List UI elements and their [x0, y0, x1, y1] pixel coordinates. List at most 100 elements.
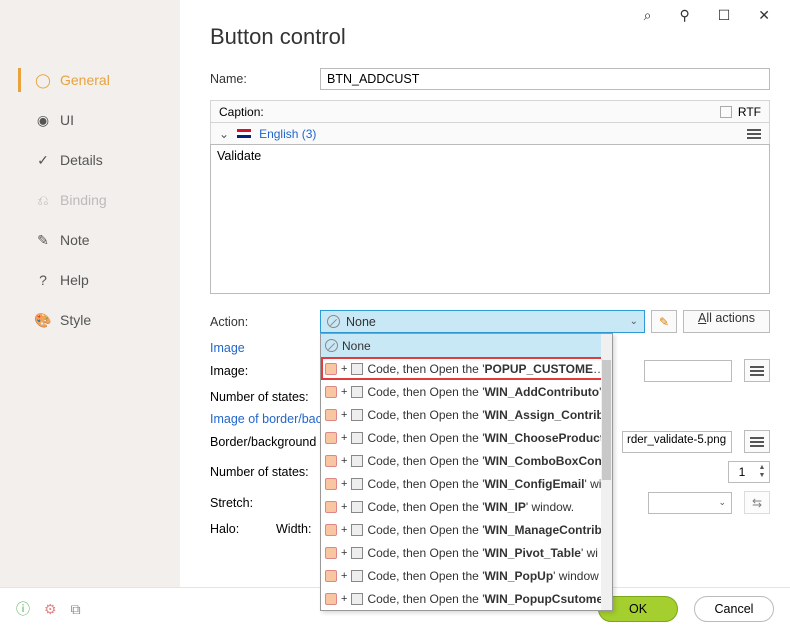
dropdown-item[interactable]: +Code, then Open the 'WIN_Pivot_Table' w…	[321, 541, 612, 564]
plus-icon: +	[341, 386, 347, 398]
image-path-input[interactable]	[644, 360, 732, 382]
plus-icon: +	[341, 524, 347, 536]
dropdown-scrollbar[interactable]	[601, 334, 612, 610]
plus-icon: +	[341, 409, 347, 421]
struct-icon	[325, 478, 337, 490]
language-link[interactable]: English (3)	[259, 127, 316, 141]
copy-icon[interactable]: ⧉	[71, 601, 81, 618]
all-actions-button[interactable]: All actions	[683, 310, 770, 333]
border-menu-button[interactable]	[744, 430, 770, 453]
chevron-down-icon[interactable]: ⌄	[219, 127, 229, 141]
preset-wizard-button[interactable]: ✎	[651, 310, 677, 333]
window-icon	[351, 478, 363, 490]
plus-icon: +	[341, 432, 347, 444]
nav-label: Style	[60, 312, 91, 328]
hamburger-icon	[750, 366, 764, 376]
dropdown-item[interactable]: +Code, then Open the 'WIN_PopupCsutome'	[321, 587, 612, 610]
palette-icon: 🎨	[36, 313, 50, 327]
eye-icon: ◉	[36, 113, 50, 127]
dropdown-item[interactable]: +Code, then Open the 'WIN_IP' window.	[321, 495, 612, 518]
dropdown-item[interactable]: +Code, then Open the 'WIN_ComboBoxCon'	[321, 449, 612, 472]
nav-note[interactable]: ✎ Note	[0, 220, 180, 260]
states-value[interactable]	[729, 465, 755, 479]
window-icon	[351, 547, 363, 559]
nav-label: General	[60, 72, 110, 88]
window-icon	[351, 593, 363, 605]
pencil-icon: ✎	[36, 233, 50, 247]
caption-label: Caption:	[219, 105, 264, 119]
nav-general[interactable]: ◯ General	[0, 60, 180, 100]
dropdown-item[interactable]: +Code, then Open the 'WIN_PopUp' window	[321, 564, 612, 587]
stretch-options-button: ⇆	[744, 491, 770, 514]
struct-icon	[325, 409, 337, 421]
dropdown-item[interactable]: +Code, then Open the 'WIN_AddContributo'	[321, 380, 612, 403]
language-bar[interactable]: ⌄ English (3)	[210, 122, 770, 144]
plus-icon: +	[341, 478, 347, 490]
action-combo[interactable]: None ⌄ None + Code, then Open the 'POPUP…	[320, 310, 645, 333]
cancel-button[interactable]: Cancel	[694, 596, 774, 622]
window-icon	[351, 570, 363, 582]
spinner-up[interactable]: ▲	[755, 464, 769, 472]
help-icon: ?	[36, 273, 50, 287]
dropdown-item[interactable]: +Code, then Open the 'WIN_Assign_Contrib…	[321, 403, 612, 426]
window-icon	[351, 501, 363, 513]
struct-icon	[325, 501, 337, 513]
struct-icon	[325, 524, 337, 536]
circle-icon: ◯	[36, 73, 50, 87]
struct-icon	[325, 570, 337, 582]
stretch-combo[interactable]: ⌄	[648, 492, 732, 514]
sidebar: ◯ General ◉ UI ✓ Details ⎌ Binding ✎ Not…	[0, 0, 180, 587]
nav-style[interactable]: 🎨 Style	[0, 300, 180, 340]
struct-icon	[325, 432, 337, 444]
plus-icon: +	[341, 501, 347, 513]
struct-icon	[325, 386, 337, 398]
dropdown-item[interactable]: +Code, then Open the 'WIN_ConfigEmail' w…	[321, 472, 612, 495]
action-dropdown: None + Code, then Open the 'POPUP_CUSTOM…	[320, 333, 613, 611]
help-icon[interactable]: ⓘ	[16, 599, 30, 619]
action-value: None	[346, 315, 376, 329]
plus-icon: +	[341, 363, 347, 375]
caption-input[interactable]: Validate	[210, 144, 770, 294]
rtf-checkbox[interactable]	[720, 106, 732, 118]
flag-icon	[237, 129, 251, 138]
chevron-down-icon[interactable]: ⌄	[630, 316, 638, 327]
dropdown-item[interactable]: +Code, then Open the 'WIN_ManageContrib'	[321, 518, 612, 541]
border-path-input[interactable]: rder_validate-5.png	[622, 431, 732, 453]
nav-help[interactable]: ? Help	[0, 260, 180, 300]
dropdown-item-popup-customers[interactable]: + Code, then Open the 'POPUP_CUSTOMERS'	[321, 357, 612, 380]
nav-details[interactable]: ✓ Details	[0, 140, 180, 180]
tree-icon[interactable]: ⚙	[44, 601, 57, 618]
states-spinner[interactable]: ▲▼	[728, 461, 770, 483]
hamburger-icon[interactable]	[747, 129, 761, 139]
spinner-down[interactable]: ▼	[755, 472, 769, 480]
page-title: Button control	[210, 24, 770, 50]
check-icon: ✓	[36, 153, 50, 167]
dropdown-item-none[interactable]: None	[321, 334, 612, 357]
dropdown-item[interactable]: +Code, then Open the 'WIN_ChooseProduct'	[321, 426, 612, 449]
halo-label: Halo:	[210, 522, 270, 536]
nav-label: Details	[60, 152, 103, 168]
nav-ui[interactable]: ◉ UI	[0, 100, 180, 140]
window-icon	[351, 432, 363, 444]
nav-label: Help	[60, 272, 89, 288]
struct-icon	[325, 455, 337, 467]
none-icon	[327, 315, 340, 328]
nav-label: Binding	[60, 192, 107, 208]
nav-binding[interactable]: ⎌ Binding	[0, 180, 180, 220]
window-icon	[351, 386, 363, 398]
nav-label: Note	[60, 232, 90, 248]
none-icon	[325, 339, 338, 352]
nav-label: UI	[60, 112, 74, 128]
window-icon	[351, 363, 363, 375]
struct-icon	[325, 363, 337, 375]
struct-icon	[325, 547, 337, 559]
image-menu-button[interactable]	[744, 359, 770, 382]
plus-icon: +	[341, 547, 347, 559]
name-input[interactable]	[320, 68, 770, 90]
window-icon	[351, 455, 363, 467]
window-icon	[351, 524, 363, 536]
rtf-label: RTF	[738, 105, 761, 119]
name-label: Name:	[210, 72, 320, 86]
caption-header: Caption: RTF	[210, 100, 770, 122]
window-icon	[351, 409, 363, 421]
